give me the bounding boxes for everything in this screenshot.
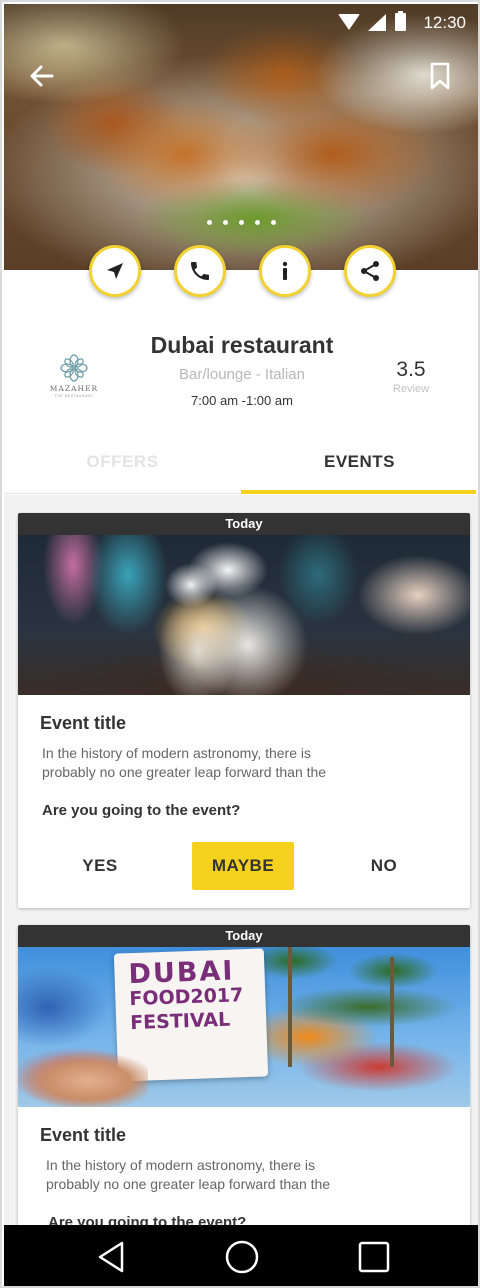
arrow-left-icon — [30, 65, 54, 87]
hero-image[interactable] — [4, 4, 478, 270]
flower-logo-icon — [60, 354, 88, 382]
event-question: Are you going to the event? — [42, 802, 241, 819]
event-description-line: probably no one greater leap forward tha… — [42, 764, 327, 780]
battery-icon — [395, 11, 406, 31]
recents-square-icon — [358, 1241, 390, 1273]
sign-line: FESTIVAL — [129, 1008, 231, 1035]
app-screen: 12:30 MAZAHER THE RESTAURANT Dubai resta… — [0, 0, 480, 1288]
rating-label[interactable]: Review — [380, 383, 442, 395]
rsvp-options: YES MAYBE NO — [18, 842, 470, 890]
carousel-dot[interactable] — [206, 220, 212, 225]
event-image: DUBAI FOOD2017 FESTIVAL — [18, 947, 470, 1107]
info-button[interactable] — [259, 245, 311, 297]
event-image — [18, 535, 470, 695]
tab-bar: OFFERS EVENTS — [4, 438, 478, 494]
restaurant-logo: MAZAHER THE RESTAURANT — [46, 354, 102, 400]
navigation-icon — [107, 263, 123, 279]
restaurant-hours: 7:00 am -1:00 am — [191, 393, 293, 408]
restaurant-name: Dubai restaurant — [150, 332, 334, 358]
tab-events[interactable]: EVENTS — [241, 438, 478, 494]
event-card[interactable]: Today Event title In the history of mode… — [18, 513, 470, 908]
restaurant-category: Bar/lounge - Italian — [179, 366, 305, 383]
event-card[interactable]: Today DUBAI FOOD2017 FESTIVAL Event titl… — [18, 925, 470, 1245]
palm-trunk — [288, 947, 292, 1067]
logo-text: MAZAHER — [49, 384, 99, 393]
event-badge: Today — [18, 513, 470, 535]
rsvp-maybe-button[interactable]: MAYBE — [192, 842, 294, 890]
hand — [18, 1051, 148, 1107]
event-badge: Today — [18, 925, 470, 947]
directions-button[interactable] — [89, 245, 141, 297]
events-list[interactable]: Today Event title In the history of mode… — [4, 495, 478, 1245]
rating-value: 3.5 — [396, 358, 426, 381]
signal-icon — [368, 14, 386, 31]
active-tab-indicator — [241, 490, 476, 494]
share-icon — [361, 261, 379, 281]
bookmark-button[interactable] — [426, 60, 454, 92]
wifi-icon — [338, 14, 360, 30]
action-buttons — [2, 245, 478, 299]
back-triangle-icon — [98, 1241, 124, 1273]
nav-recents-button[interactable] — [354, 1237, 394, 1277]
nav-back-button[interactable] — [92, 1237, 132, 1277]
nav-home-button[interactable] — [222, 1237, 262, 1277]
carousel-dots — [4, 220, 478, 225]
tab-offers[interactable]: OFFERS — [4, 438, 241, 494]
bookmark-icon — [430, 62, 450, 90]
carousel-dot[interactable] — [222, 220, 228, 225]
carousel-dot[interactable] — [238, 220, 244, 225]
status-bar: 12:30 — [4, 4, 478, 40]
logo-subtext: THE RESTAURANT — [54, 394, 94, 398]
back-button[interactable] — [26, 60, 58, 92]
phone-icon — [191, 262, 209, 280]
home-circle-icon — [225, 1240, 259, 1274]
system-nav-bar — [4, 1225, 478, 1286]
event-description-line: probably no one greater leap forward tha… — [46, 1176, 331, 1192]
carousel-dot[interactable] — [270, 220, 276, 225]
palm-trunk — [390, 957, 394, 1067]
share-button[interactable] — [344, 245, 396, 297]
call-button[interactable] — [174, 245, 226, 297]
status-time: 12:30 — [423, 13, 466, 32]
rsvp-no-button[interactable]: NO — [344, 842, 424, 890]
event-title: Event title — [40, 1125, 127, 1145]
event-description: In the history of modern astronomy, ther… — [42, 744, 442, 782]
info-icon — [282, 261, 288, 280]
event-description-line: In the history of modern astronomy, ther… — [42, 745, 311, 761]
sign-line: FOOD2017 — [129, 984, 244, 1011]
event-title: Event title — [40, 713, 127, 733]
carousel-dot[interactable] — [254, 220, 260, 225]
rsvp-yes-button[interactable]: YES — [60, 842, 140, 890]
festival-sign-text: DUBAI FOOD2017 FESTIVAL — [128, 955, 250, 1035]
event-description-line: In the history of modern astronomy, ther… — [46, 1157, 315, 1173]
event-description: In the history of modern astronomy, ther… — [46, 1156, 446, 1194]
